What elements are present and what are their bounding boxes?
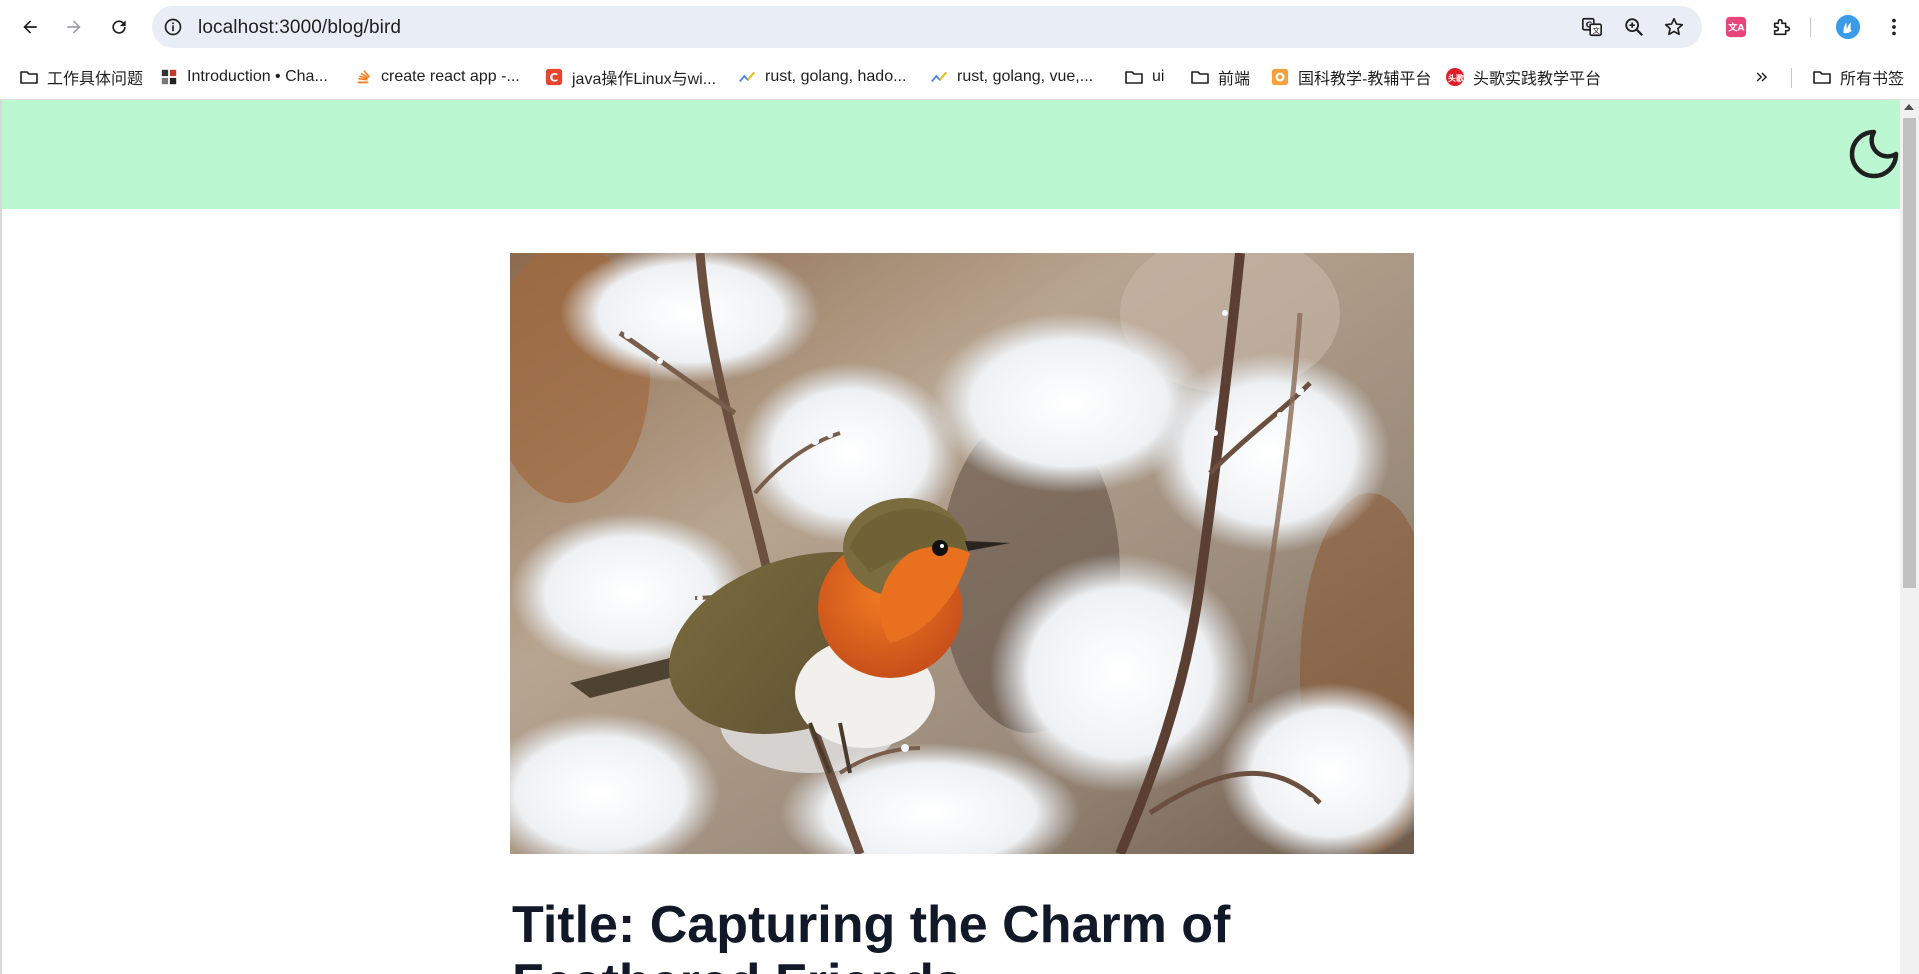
page-viewport: Title: Capturing the Charm of Feathered … xyxy=(0,100,1900,974)
grid-favicon xyxy=(159,67,179,87)
post-title: Title: Capturing the Charm of Feathered … xyxy=(512,896,1231,974)
trend-favicon xyxy=(929,67,949,87)
bookmark-folder-work[interactable]: 工作具体问题 xyxy=(19,66,143,88)
page-scrollbar[interactable] xyxy=(1900,100,1919,974)
profile-avatar[interactable] xyxy=(1834,13,1862,41)
svg-text:C: C xyxy=(550,71,559,85)
svg-text:头歌: 头歌 xyxy=(1448,73,1465,83)
bookmarks-divider xyxy=(1791,68,1792,88)
svg-text:文: 文 xyxy=(1592,26,1600,35)
bookmark-folder-ui[interactable]: ui xyxy=(1124,66,1164,88)
zoom-icon[interactable] xyxy=(1622,15,1646,39)
browser-toolbar: localhost:3000/blog/bird G文 文A xyxy=(0,0,1919,54)
star-icon[interactable] xyxy=(1662,15,1686,39)
theme-toggle-button[interactable] xyxy=(1848,128,1900,180)
bookmarks-bar: 工作具体问题 Introduction • Cha... create reac… xyxy=(0,54,1919,100)
translate-icon[interactable]: G文 xyxy=(1580,15,1604,39)
all-bookmarks-label: 所有书签 xyxy=(1840,71,1905,88)
bookmarks-overflow-button[interactable] xyxy=(1752,66,1780,88)
bookmark-label: 国科教学-教辅平台 xyxy=(1298,71,1432,88)
scroll-thumb[interactable] xyxy=(1903,118,1916,588)
info-icon[interactable] xyxy=(162,16,184,38)
bookmark-label: create react app -... xyxy=(381,68,520,85)
reload-icon xyxy=(112,20,126,34)
bookmark-folder-frontend[interactable]: 前端 xyxy=(1190,66,1250,88)
bookmark-label: java操作Linux与wi... xyxy=(572,71,717,88)
kebab-menu-icon[interactable] xyxy=(1880,13,1908,41)
scroll-up-arrow-icon[interactable] xyxy=(1904,104,1914,110)
bookmark-label: ui xyxy=(1152,68,1165,85)
bookmark-label: rust, golang, vue,... xyxy=(957,68,1094,85)
back-button[interactable] xyxy=(14,11,46,43)
bookmark-create-react-app[interactable]: create react app -... xyxy=(353,66,520,88)
folder-icon xyxy=(1812,67,1832,87)
c-favicon: C xyxy=(544,67,564,87)
translator-extension-icon[interactable]: 文A xyxy=(1722,13,1750,41)
puzzle-icon[interactable] xyxy=(1768,13,1796,41)
all-bookmarks-folder[interactable]: 所有书签 xyxy=(1812,66,1904,88)
url-text[interactable]: localhost:3000/blog/bird xyxy=(198,17,401,39)
forward-button[interactable] xyxy=(58,11,90,43)
bookmark-introduction[interactable]: Introduction • Cha... xyxy=(159,66,328,88)
bookmark-touge-platform[interactable]: 头歌 头歌实践教学平台 xyxy=(1445,66,1601,88)
toutiao-favicon: 头歌 xyxy=(1445,67,1465,87)
school-favicon xyxy=(1270,67,1290,87)
site-header xyxy=(2,100,1900,209)
robin-in-snow-photo xyxy=(510,253,1414,854)
stack-favicon xyxy=(353,67,373,87)
bookmark-rust-golang-vue[interactable]: rust, golang, vue,... xyxy=(929,66,1093,88)
bookmark-label: rust, golang, hado... xyxy=(765,68,907,85)
folder-icon xyxy=(1124,67,1144,87)
folder-icon xyxy=(19,67,39,87)
address-bar[interactable]: localhost:3000/blog/bird G文 xyxy=(152,6,1702,48)
bookmark-label: 头歌实践教学平台 xyxy=(1473,71,1602,88)
folder-icon xyxy=(1190,67,1210,87)
bookmark-rust-golang-hadoop[interactable]: rust, golang, hado... xyxy=(737,66,906,88)
hero-image xyxy=(510,253,1414,854)
bookmark-label: 前端 xyxy=(1218,71,1251,88)
bookmark-label: Introduction • Cha... xyxy=(187,68,328,85)
svg-text:文A: 文A xyxy=(1728,22,1745,34)
reload-button[interactable] xyxy=(103,11,135,43)
back-arrow-icon xyxy=(23,20,37,34)
moon-icon xyxy=(1849,129,1899,179)
chevron-double-right-icon xyxy=(1752,67,1772,87)
trend-favicon xyxy=(737,67,757,87)
forward-arrow-icon xyxy=(67,20,81,34)
bookmark-label: 工作具体问题 xyxy=(47,71,144,88)
bookmark-java-linux[interactable]: C java操作Linux与wi... xyxy=(544,66,716,88)
bookmark-guoke-platform[interactable]: 国科教学-教辅平台 xyxy=(1270,66,1431,88)
toolbar-divider xyxy=(1810,17,1811,37)
